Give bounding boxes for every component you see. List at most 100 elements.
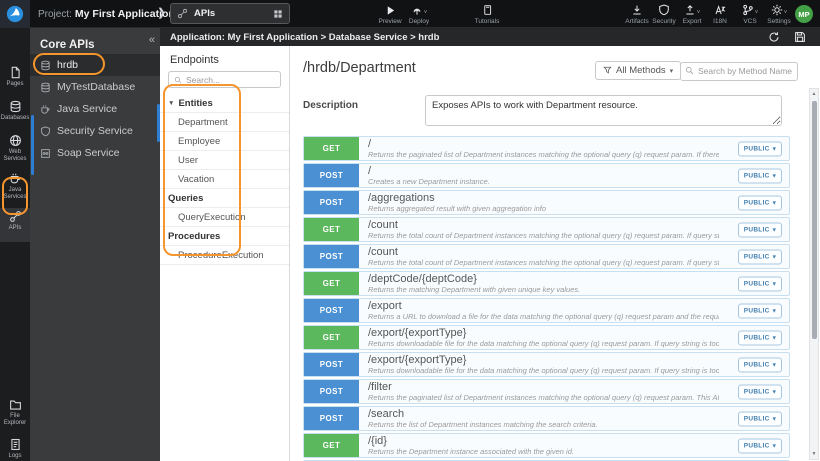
sidebar-item-label: Security Service	[57, 125, 133, 137]
api-endpoint-row[interactable]: GET /export/{exportType} Returns downloa…	[303, 325, 790, 350]
tab-apis[interactable]: APIs	[170, 3, 290, 24]
api-endpoint-row[interactable]: GET /deptCode/{deptCode} Returns the mat…	[303, 271, 790, 296]
caret-down-icon: ▾	[772, 173, 776, 179]
sidebar-item-label: Java Service	[57, 103, 118, 115]
access-level-dropdown[interactable]: PUBLIC ▾	[737, 384, 782, 399]
api-endpoint-row[interactable]: POST /aggregations Returns aggregated re…	[303, 190, 790, 215]
access-level-dropdown[interactable]: PUBLIC ▾	[737, 411, 782, 426]
main-scrollbar[interactable]: ▲ ▼	[809, 88, 819, 460]
rail-item-file-explorer[interactable]: File Explorer	[0, 396, 30, 426]
http-method-badge: POST	[304, 245, 359, 268]
breadcrumb: Application: My First Application > Data…	[170, 31, 440, 43]
user-avatar[interactable]: MP	[795, 5, 813, 23]
api-endpoint-row[interactable]: POST /count Returns the total count of D…	[303, 244, 790, 269]
access-level-dropdown[interactable]: PUBLIC ▾	[737, 357, 782, 372]
shield-icon	[659, 4, 669, 16]
caret-down-icon: ▾	[772, 146, 776, 152]
sidebar-item-mytestdatabase[interactable]: MyTestDatabase	[30, 76, 160, 98]
rail-item-databases[interactable]: Databases	[0, 98, 30, 122]
rail-item-apis[interactable]: APIs	[0, 208, 30, 242]
api-endpoint-row[interactable]: GET /{id} Returns the Department instanc…	[303, 433, 790, 458]
scrollbar-thumb[interactable]	[811, 101, 817, 339]
deploy-button[interactable]: ˅ Deploy	[397, 3, 441, 25]
collapse-panel-icon[interactable]: «	[149, 34, 155, 46]
tab-apis-label: APIs	[194, 8, 216, 19]
rail-label: Pages	[6, 81, 24, 87]
access-level-dropdown[interactable]: PUBLIC ▾	[737, 249, 782, 264]
sidebar-item-soap-service[interactable]: Soap Service	[30, 142, 160, 164]
book-icon	[483, 5, 491, 15]
project-label: Project:	[38, 9, 72, 20]
scroll-up-arrow[interactable]: ▲	[810, 91, 818, 97]
rail-item-web-services[interactable]: Web Services	[0, 132, 30, 162]
rail-label: File Explorer	[3, 413, 27, 426]
globe-icon	[9, 135, 21, 146]
caret-down-icon: ▾	[772, 281, 776, 287]
caret-down-icon: ▾	[772, 200, 776, 206]
access-level-dropdown[interactable]: PUBLIC ▾	[737, 168, 782, 183]
api-endpoint-row[interactable]: POST /export/{exportType} Returns downlo…	[303, 352, 790, 377]
access-level-dropdown[interactable]: PUBLIC ▾	[737, 276, 782, 291]
description-textarea[interactable]: Exposes APIs to work with Department res…	[425, 95, 782, 126]
access-level-dropdown[interactable]: PUBLIC ▾	[737, 222, 782, 237]
rail-item-logs[interactable]: Logs	[0, 436, 30, 460]
save-icon[interactable]	[794, 31, 806, 43]
endpoints-tree: ▼ Entities Department Employee User Vaca…	[160, 94, 289, 265]
access-level-label: PUBLIC	[743, 253, 770, 260]
sidebar-scrollbar-thumb[interactable]	[156, 104, 160, 142]
api-endpoint-row[interactable]: POST / Creates a new Department instance…	[303, 163, 790, 188]
tree-node[interactable]: Queries	[160, 189, 289, 208]
tree-node[interactable]: ProcedureExecution	[160, 246, 289, 265]
tree-node[interactable]: Employee	[160, 132, 289, 151]
grid-icon[interactable]	[273, 9, 283, 19]
endpoint-info: /export/{exportType} Returns downloadabl…	[359, 353, 789, 376]
endpoint-info: /aggregations Returns aggregated result …	[359, 191, 789, 214]
rail-item-pages[interactable]: Pages	[0, 64, 30, 88]
rail-label: APIs	[8, 225, 22, 231]
caret-down-icon: ▾	[772, 362, 776, 368]
access-level-dropdown[interactable]: PUBLIC ▾	[737, 330, 782, 345]
endpoint-info: /count Returns the total count of Depart…	[359, 218, 789, 241]
rail-item-java-services[interactable]: Java Services	[0, 170, 30, 200]
sidebar-item-label: MyTestDatabase	[57, 81, 136, 93]
access-level-label: PUBLIC	[743, 334, 770, 341]
tree-node[interactable]: Vacation	[160, 170, 289, 189]
rail-scrollbar-thumb[interactable]	[31, 115, 34, 175]
api-endpoint-row[interactable]: GET /count Returns the total count of De…	[303, 217, 790, 242]
access-level-dropdown[interactable]: PUBLIC ▾	[737, 141, 782, 156]
access-level-label: PUBLIC	[743, 415, 770, 422]
endpoint-path: /count	[368, 246, 398, 258]
tree-node[interactable]: Department	[160, 113, 289, 132]
methods-filter-dropdown[interactable]: All Methods ▾	[595, 61, 682, 80]
funnel-icon	[603, 66, 612, 74]
endpoint-info: / Creates a new Department instance.	[359, 164, 789, 187]
api-endpoint-row[interactable]: POST /search Returns the list of Departm…	[303, 406, 790, 431]
refresh-icon[interactable]	[768, 31, 780, 43]
tree-node[interactable]: User	[160, 151, 289, 170]
endpoint-description: Returns the total count of Department in…	[368, 231, 719, 240]
access-level-dropdown[interactable]: PUBLIC ▾	[737, 438, 782, 453]
tree-node[interactable]: QueryExecution	[160, 208, 289, 227]
api-endpoint-row[interactable]: POST /export Returns a URL to download a…	[303, 298, 790, 323]
tree-expand-icon[interactable]: ▼	[168, 100, 174, 107]
scroll-down-arrow[interactable]: ▼	[810, 451, 818, 457]
sidebar-item-hrdb[interactable]: hrdb	[30, 54, 160, 76]
tree-node[interactable]: ▼ Entities	[160, 94, 289, 113]
method-search-input[interactable]	[680, 61, 798, 81]
tree-node[interactable]: Procedures	[160, 227, 289, 246]
tutorials-button[interactable]: Tutorials	[465, 3, 509, 25]
deploy-label: Deploy	[408, 18, 430, 25]
tree-node-label: ProcedureExecution	[178, 249, 264, 261]
tree-node-label: Entities	[178, 97, 213, 109]
sidebar-item-security-service[interactable]: Security Service	[30, 120, 160, 142]
api-endpoint-row[interactable]: POST /filter Returns the paginated list …	[303, 379, 790, 404]
caret-down-icon: ▾	[772, 389, 776, 395]
access-level-dropdown[interactable]: PUBLIC ▾	[737, 195, 782, 210]
app-logo[interactable]	[0, 0, 30, 28]
api-endpoint-row[interactable]: GET / Returns the paginated list of Depa…	[303, 136, 790, 161]
sidebar-item-java-service[interactable]: Java Service	[30, 98, 160, 120]
endpoints-search[interactable]	[168, 71, 281, 88]
endpoints-search-input[interactable]	[186, 74, 275, 85]
method-search	[680, 61, 798, 81]
access-level-dropdown[interactable]: PUBLIC ▾	[737, 303, 782, 318]
